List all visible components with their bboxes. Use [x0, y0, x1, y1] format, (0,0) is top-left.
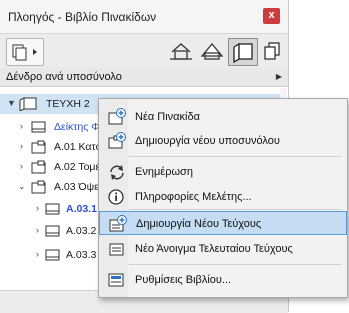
stacked-sheets-icon [264, 42, 280, 60]
tree-row-label: ΤΕΥΧΗ 2 [46, 98, 90, 110]
expand-caret-icon[interactable]: › [36, 249, 39, 259]
house-outline-icon [170, 43, 192, 60]
book-settings-icon [108, 273, 124, 287]
layout-book-button[interactable] [228, 38, 258, 66]
tree-row-label: Α.01 Κατό [54, 141, 102, 153]
window-title: Πλοηγός - Βιβλίο Πινακίδων [8, 10, 157, 24]
publisher-button[interactable] [260, 38, 284, 64]
collapse-caret-icon[interactable]: ▼ [7, 98, 16, 108]
view-mode-value: Δένδρο ανά υποσύνολο [6, 71, 122, 83]
sheet-icon [45, 249, 60, 261]
menu-item-refresh[interactable]: Ενημέρωση [99, 160, 347, 184]
folder-sheet-icon [31, 160, 46, 174]
refresh-icon [110, 165, 124, 180]
menu-item-label: Δημιουργία νέου υποσυνόλου [135, 135, 280, 147]
menu-item-label: Δημιουργία Νέου Τεύχους [136, 218, 262, 230]
navigator-menu-button[interactable] [6, 38, 44, 66]
reopen-issue-icon [109, 243, 124, 256]
expand-caret-icon[interactable]: › [20, 141, 23, 151]
context-menu: Νέα Πινακίδα Δημιουργία νέου υποσυνόλου … [98, 98, 348, 298]
menu-item-label: Ρυθμίσεις Βιβλίου... [135, 274, 232, 286]
menu-item-project-info[interactable]: Πληροφορίες Μελέτης... [99, 185, 347, 209]
view-map-button[interactable] [199, 38, 225, 64]
new-issue-icon [109, 215, 127, 232]
close-button[interactable]: x [263, 8, 280, 24]
expand-caret-icon[interactable]: › [36, 225, 39, 235]
menu-item-new-layout[interactable]: Νέα Πινακίδα [99, 105, 347, 129]
menu-item-book-settings[interactable]: Ρυθμίσεις Βιβλίου... [99, 268, 347, 292]
menu-separator [129, 209, 341, 210]
chevron-right-icon: ▶ [275, 72, 282, 81]
menu-item-label: Πληροφορίες Μελέτης... [135, 191, 252, 203]
title-bar: Πλοηγός - Βιβλίο Πινακίδων x [0, 0, 288, 33]
navigator-toolbar [0, 33, 288, 69]
tree-row-label: Δείκτης Φ [54, 121, 100, 133]
folder-sheet-icon [31, 180, 46, 194]
info-icon [108, 189, 124, 205]
tree-row-label: Α.02 Τομέ [54, 161, 101, 173]
layout-book-icon [233, 42, 253, 64]
view-mode-dropdown[interactable]: Δένδρο ανά υποσύνολο ▶ [0, 68, 288, 87]
menu-item-new-subset[interactable]: Δημιουργία νέου υποσυνόλου [99, 129, 347, 153]
expand-caret-icon[interactable]: › [20, 161, 23, 171]
sheet-icon [45, 203, 60, 215]
tree-row-label: Α.03 Όψε [54, 181, 99, 193]
folder-sheet-icon [31, 140, 46, 154]
collapse-caret-icon[interactable]: ⌄ [18, 181, 26, 192]
menu-item-reopen-issue[interactable]: Νέο Άνοιγμα Τελευταίου Τεύχους [99, 237, 347, 261]
menu-item-label: Νέο Άνοιγμα Τελευταίου Τεύχους [135, 243, 293, 255]
menu-item-label: Ενημέρωση [135, 166, 193, 178]
menu-separator [129, 264, 341, 265]
menu-item-label: Νέα Πινακίδα [135, 111, 200, 123]
expand-caret-icon[interactable]: › [36, 203, 39, 213]
navigator-menu-icon [12, 44, 37, 61]
sheet-icon [45, 225, 60, 237]
project-map-button[interactable] [168, 38, 194, 64]
house-plan-icon [200, 42, 224, 60]
new-subset-icon [108, 132, 126, 149]
sheet-icon [31, 121, 46, 133]
menu-item-new-issue[interactable]: Δημιουργία Νέου Τεύχους [99, 211, 347, 235]
new-layout-icon [108, 108, 126, 125]
expand-caret-icon[interactable]: › [20, 121, 23, 131]
menu-separator [129, 156, 341, 157]
book-icon [19, 97, 37, 111]
